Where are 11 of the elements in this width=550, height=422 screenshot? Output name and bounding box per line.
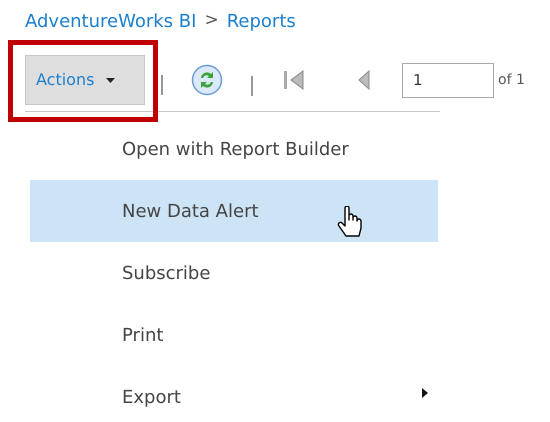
page-number-field[interactable]: 1 [402, 62, 494, 98]
caret-icon [106, 78, 116, 82]
previous-page-icon[interactable] [358, 70, 370, 90]
first-page-icon[interactable] [283, 70, 305, 90]
refresh-icon[interactable] [191, 64, 223, 96]
submenu-arrow-icon [422, 388, 428, 398]
breadcrumb-link[interactable]: Reports [226, 8, 296, 34]
menu-item[interactable]: New Data Alert [30, 180, 438, 242]
page-count: of 1 [498, 70, 525, 90]
breadcrumb-separator: > [204, 9, 219, 32]
breadcrumb-link[interactable]: AdventureWorks BI [25, 8, 196, 34]
